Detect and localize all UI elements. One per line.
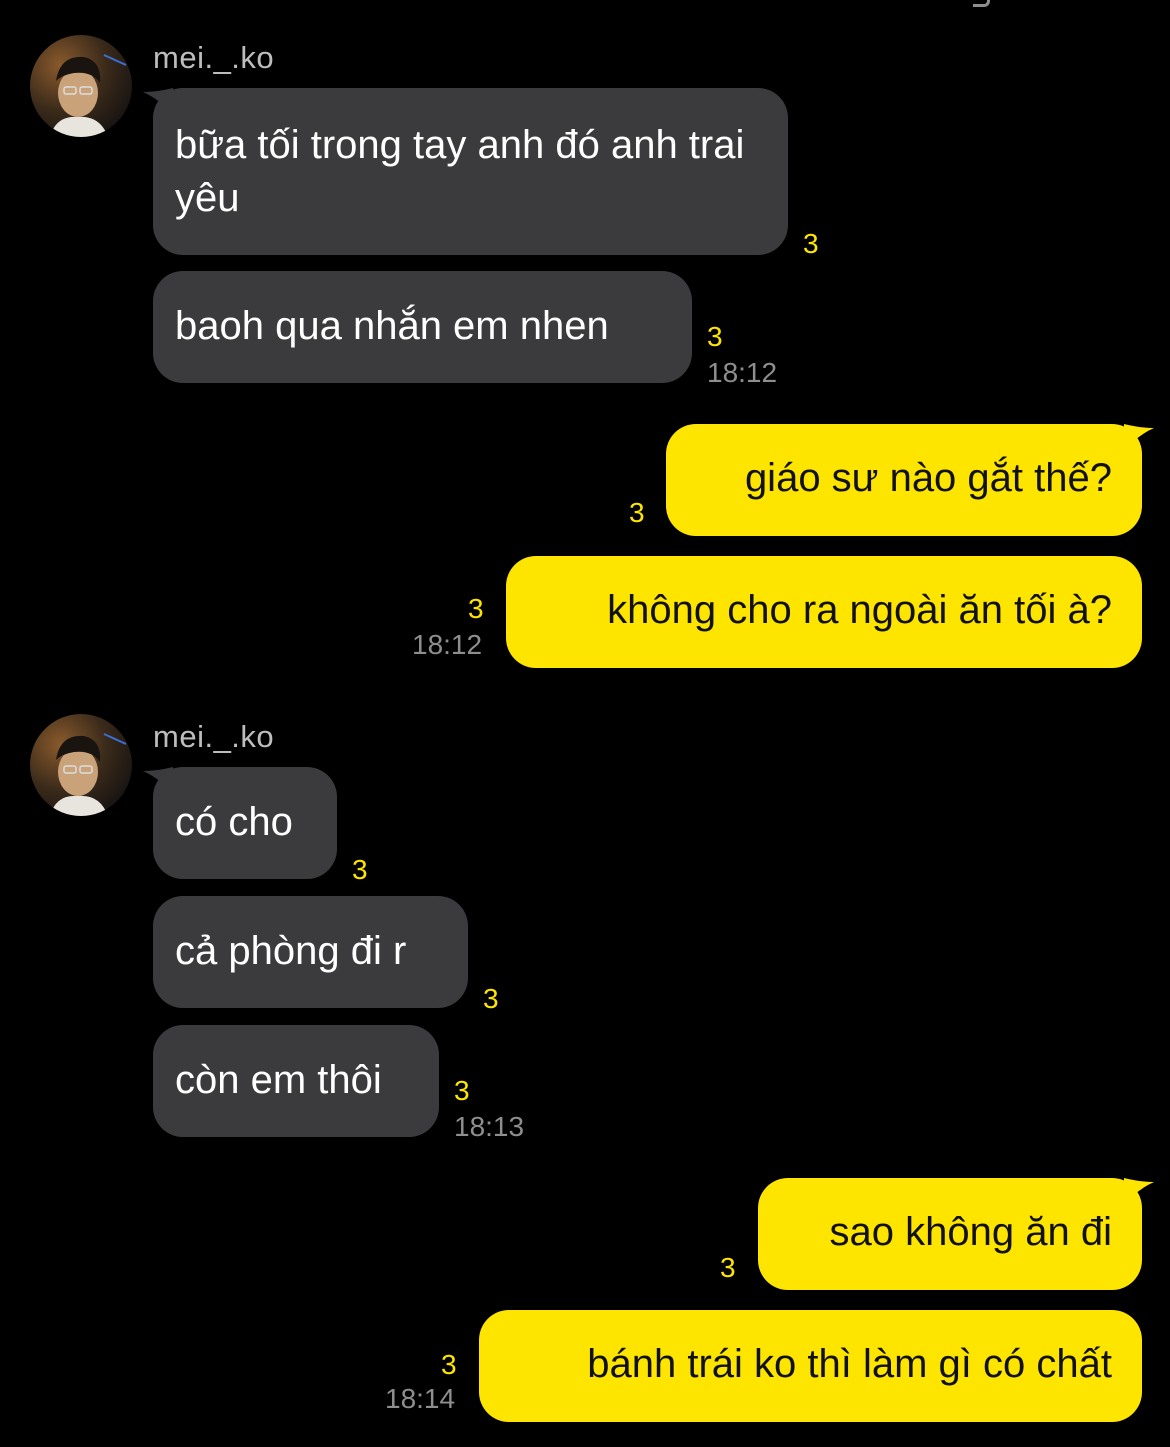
- message-bubble-incoming[interactable]: còn em thôi: [153, 1025, 439, 1137]
- message-text: giáo sư nào gắt thế?: [744, 456, 1112, 500]
- message-text: bữa tối trong tay anh đó anh trai yêu: [175, 123, 745, 220]
- message-text: còn em thôi: [175, 1058, 382, 1102]
- message-bubble-incoming[interactable]: baoh qua nhắn em nhen: [153, 271, 692, 383]
- message-bubble-outgoing[interactable]: sao không ăn đi: [758, 1178, 1142, 1290]
- message-timestamp: 18:12: [707, 357, 778, 388]
- message-text: sao không ăn đi: [829, 1210, 1112, 1254]
- unread-count: 3: [629, 497, 645, 528]
- message-timestamp: 18:14: [385, 1383, 456, 1414]
- message-bubble-outgoing[interactable]: giáo sư nào gắt thế?: [666, 424, 1142, 536]
- unread-count: 3: [468, 593, 484, 624]
- message-bubble-incoming[interactable]: bữa tối trong tay anh đó anh trai yêu: [153, 88, 788, 255]
- sender-name: mei._.ko: [153, 40, 275, 75]
- scrolled-off-icon: [973, 0, 990, 7]
- unread-count: 3: [707, 321, 723, 352]
- message-timestamp: 18:12: [412, 629, 483, 660]
- unread-count: 3: [483, 983, 499, 1014]
- message-text: không cho ra ngoài ăn tối à?: [607, 588, 1112, 632]
- message-text: cả phòng đi r: [175, 929, 407, 973]
- message-bubble-outgoing[interactable]: bánh trái ko thì làm gì có chất: [479, 1310, 1142, 1422]
- message-bubble-incoming[interactable]: có cho: [153, 767, 337, 879]
- message-text: bánh trái ko thì làm gì có chất: [587, 1342, 1112, 1386]
- unread-count: 3: [720, 1252, 736, 1283]
- unread-count: 3: [441, 1349, 457, 1380]
- unread-count: 3: [352, 854, 368, 885]
- sender-avatar[interactable]: [30, 35, 132, 137]
- message-timestamp: 18:13: [454, 1111, 525, 1142]
- message-text: có cho: [175, 800, 293, 844]
- message-text: baoh qua nhắn em nhen: [175, 304, 609, 348]
- unread-count: 3: [803, 228, 819, 259]
- sender-name: mei._.ko: [153, 719, 275, 754]
- avatar-photo-icon: [30, 35, 132, 137]
- message-bubble-outgoing[interactable]: không cho ra ngoài ăn tối à?: [506, 556, 1142, 668]
- message-bubble-incoming[interactable]: cả phòng đi r: [153, 896, 468, 1008]
- sender-avatar[interactable]: [30, 714, 132, 816]
- unread-count: 3: [454, 1075, 470, 1106]
- avatar-photo-icon: [30, 714, 132, 816]
